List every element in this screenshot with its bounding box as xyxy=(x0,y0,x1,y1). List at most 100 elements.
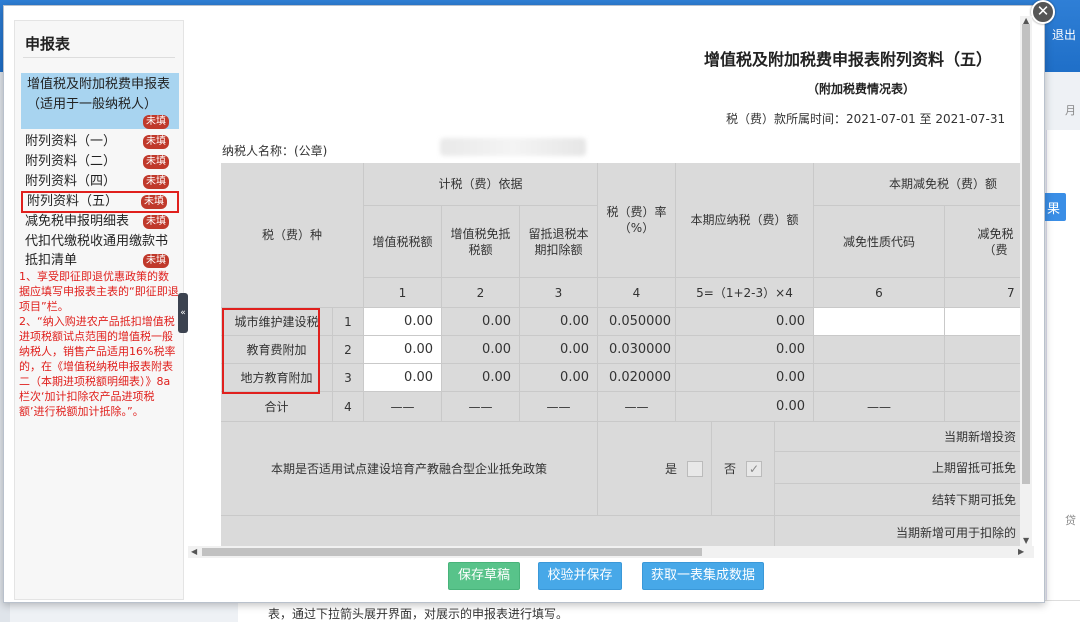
header-reduction: 本期减免税（费）额 xyxy=(814,163,1025,206)
sidebar-item-label: 附列资料（四） xyxy=(25,174,117,189)
tax-period: 税（费）款所属时间：2021-07-01 至 2021-07-31 xyxy=(726,112,1006,126)
reduction-amount-cell xyxy=(945,392,1025,422)
header-payable: 本期应纳税（费）额 xyxy=(676,163,814,278)
header-vat-exempt: 增值税免抵税额 xyxy=(442,206,520,278)
row-number: 2 xyxy=(333,336,364,364)
yes-checkbox[interactable] xyxy=(687,460,703,477)
header-tax-type: 税（费）种 xyxy=(221,163,364,308)
payable-value: 0.00 xyxy=(676,336,814,364)
col-number: 2 xyxy=(442,278,520,308)
status-badge: 未填 xyxy=(143,175,169,189)
total-label: 合计 xyxy=(221,392,333,422)
exit-link[interactable]: 退出 xyxy=(1052,26,1076,43)
reduction-code-cell xyxy=(814,364,945,392)
form-content: 增值税及附加税费申报表附列资料（五） （附加税费情况表） 税（费）款所属时间：2… xyxy=(188,10,1034,556)
scrollbar-thumb[interactable] xyxy=(202,548,702,556)
sidebar-item-attachment-1[interactable]: 附列资料（一） 未填 xyxy=(21,133,179,153)
no-checkbox-checked[interactable]: ✓ xyxy=(746,460,762,477)
policy-question: 本期是否适用试点建设培育产教融合型企业抵免政策 xyxy=(221,422,598,516)
dash-cell: —— xyxy=(364,392,442,422)
rate-value: 0.030000 xyxy=(598,336,676,364)
vat-exempt-value: 0.00 xyxy=(442,364,520,392)
reduction-amount-cell xyxy=(945,336,1025,364)
reduction-amount-cell xyxy=(945,364,1025,392)
rate-value: 0.020000 xyxy=(598,364,676,392)
vat-amount-input[interactable]: 0.00 xyxy=(364,336,442,364)
header-reduction-amount: 减免税（费 xyxy=(945,206,1025,278)
payable-value: 0.00 xyxy=(676,308,814,336)
retained-refund-value: 0.00 xyxy=(520,308,598,336)
row-number: 3 xyxy=(333,364,364,392)
scroll-left-icon[interactable]: ◀ xyxy=(191,547,197,556)
payable-value: 0.00 xyxy=(676,364,814,392)
vat-exempt-value: 0.00 xyxy=(442,308,520,336)
policy-row-label: 上期留抵可抵免 xyxy=(775,452,1025,484)
yes-label: 是 xyxy=(664,461,677,476)
right-text: 贷 xyxy=(1065,514,1076,527)
sidebar-item-attachment-2[interactable]: 附列资料（二） 未填 xyxy=(21,153,179,173)
col-number: 4 xyxy=(598,278,676,308)
reduction-code-cell xyxy=(814,336,945,364)
status-badge: 未填 xyxy=(143,254,169,268)
taxpayer-name-redacted xyxy=(440,138,586,156)
dash-cell: —— xyxy=(598,392,676,422)
horizontal-scrollbar[interactable]: ◀ ▶ xyxy=(188,546,1034,558)
header-rate: 税（费）率（%） xyxy=(598,163,676,278)
reduction-amount-input[interactable] xyxy=(945,308,1025,336)
reduction-code-select[interactable] xyxy=(814,308,945,336)
sidebar-item-exemption-detail[interactable]: 减免税申报明细表 未填 xyxy=(21,213,179,233)
header-vat-amount: 增值税税额 xyxy=(364,206,442,278)
declaration-sidebar: 申报表 增值税及附加税费申报表（适用于一般纳税人） 未填 附列资料（一） 未填 … xyxy=(14,20,184,600)
taxpayer-name-label: 纳税人名称：(公章) xyxy=(222,144,328,158)
col-number: 6 xyxy=(814,278,945,308)
sidebar-item-label: 附列资料（一） xyxy=(25,134,117,149)
policy-yes-option[interactable]: 是 xyxy=(598,422,712,516)
sidebar-item-main-form[interactable]: 增值税及附加税费申报表（适用于一般纳税人） 未填 xyxy=(21,73,179,129)
sidebar-item-attachment-5[interactable]: 附列资料（五） 未填 xyxy=(21,191,179,213)
sidebar-item-label: 代扣代缴税收通用缴款书 xyxy=(25,234,169,249)
col-number: 1 xyxy=(364,278,442,308)
sidebar-item-label: 抵扣清单 xyxy=(25,253,78,268)
policy-row-label: 结转下期可抵免 xyxy=(775,484,1025,516)
vat-exempt-value: 0.00 xyxy=(442,336,520,364)
dash-cell: —— xyxy=(814,392,945,422)
scrollbar-thumb[interactable] xyxy=(1022,24,1030,484)
sidebar-note: 1、享受即征即退优惠政策的数据应填写申报表主表的“即征即退项目”栏。 2、“纳入… xyxy=(19,270,179,418)
right-text: 月 xyxy=(1065,104,1076,117)
col-number: 3 xyxy=(520,278,598,308)
fetch-data-button[interactable]: 获取一表集成数据 xyxy=(642,562,764,590)
scroll-right-icon[interactable]: ▶ xyxy=(1018,547,1024,556)
col-number: 7 xyxy=(945,278,1025,308)
vertical-scrollbar[interactable]: ▲ ▼ xyxy=(1020,16,1032,546)
row-tax-name: 地方教育附加 xyxy=(221,364,333,392)
status-badge: 未填 xyxy=(143,135,169,149)
form-title: 增值税及附加税费申报表附列资料（五） xyxy=(704,50,993,69)
validate-save-button[interactable]: 校验并保存 xyxy=(538,562,622,590)
policy-no-option[interactable]: 否 ✓ xyxy=(712,422,775,516)
row-tax-name: 城市维护建设税 xyxy=(221,308,333,336)
sidebar-item-attachment-4[interactable]: 附列资料（四） 未填 xyxy=(21,173,179,193)
policy-row-label: 当期新增投资 xyxy=(775,422,1025,452)
header-retained-refund: 留抵退税本期扣除额 xyxy=(520,206,598,278)
no-label: 否 xyxy=(723,461,736,476)
status-badge: 未填 xyxy=(141,195,167,209)
header-reduction-code: 减免性质代码 xyxy=(814,206,945,278)
status-badge: 未填 xyxy=(143,115,169,129)
dash-cell: —— xyxy=(520,392,598,422)
status-badge: 未填 xyxy=(143,215,169,229)
sidebar-item-withholding-voucher[interactable]: 代扣代缴税收通用缴款书 xyxy=(21,233,179,253)
divider xyxy=(23,57,175,58)
sidebar-title: 申报表 xyxy=(25,35,71,53)
sidebar-item-label: 附列资料（二） xyxy=(25,154,117,169)
rate-value: 0.050000 xyxy=(598,308,676,336)
close-modal-button[interactable]: ✕ xyxy=(1031,0,1055,24)
header-basis: 计税（费）依据 xyxy=(364,163,598,206)
save-draft-button[interactable]: 保存草稿 xyxy=(448,562,520,590)
row-tax-name: 教育费附加 xyxy=(221,336,333,364)
scroll-down-icon[interactable]: ▼ xyxy=(1023,536,1029,545)
collapse-sidebar-handle[interactable]: « xyxy=(178,293,188,333)
bottom-note: 表，通过下拉箭头展开界面，对展示的申报表进行填写。 xyxy=(238,600,1080,622)
vat-amount-input[interactable]: 0.00 xyxy=(364,308,442,336)
vat-amount-input[interactable]: 0.00 xyxy=(364,364,442,392)
sidebar-item-label: 附列资料（五） xyxy=(27,194,119,209)
